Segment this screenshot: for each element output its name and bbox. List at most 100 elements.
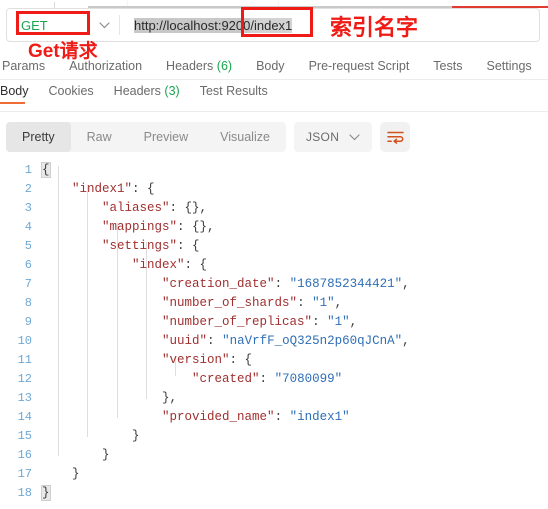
response-tab-test-results[interactable]: Test Results [200,84,268,104]
code-line: 11 "version": { [0,350,548,369]
line-number: 11 [17,352,32,367]
view-mode-visualize[interactable]: Visualize [204,122,286,152]
url-path-part: /index1 [250,17,293,33]
line-content: } [42,428,140,443]
view-mode-preview-label: Preview [143,130,189,144]
view-mode-group: Pretty Raw Preview Visualize [6,122,286,152]
line-number: 17 [17,466,32,481]
code-line: 6 "index": { [0,255,548,274]
response-tab-headers-count: (3) [164,84,180,98]
tab-pre-request-script[interactable]: Pre-request Script [309,59,410,73]
word-wrap-icon[interactable] [380,122,411,152]
response-body-code[interactable]: 1{2 "index1": {3 "aliases": {}, 4 "mappin… [0,160,548,509]
code-line: 18} [0,483,548,502]
format-select-label: JSON [305,130,340,144]
line-number: 13 [17,390,32,405]
url-bar-divider [119,15,120,35]
tab-headers-label: Headers [166,58,214,73]
view-mode-pretty[interactable]: Pretty [6,122,71,152]
line-number: 8 [24,295,32,310]
line-content: } [42,447,110,462]
code-line: 15 } [0,426,548,445]
code-line: 7 "creation_date": "1687852344421", [0,274,548,293]
tab-authorization[interactable]: Authorization [69,59,142,73]
response-tab-cookies[interactable]: Cookies [49,84,94,104]
code-line: 4 "mappings": {}, [0,217,548,236]
line-content: "created": "7080099" [192,371,343,386]
annotation-label-index-name: 索引名字 [330,15,419,40]
line-number: 2 [24,181,32,196]
line-content: "version": { [162,352,253,367]
response-tab-headers[interactable]: Headers (3) [114,84,180,104]
view-mode-raw-label: Raw [86,130,112,144]
postman-window: GET http://localhost:9200/index1 Get请求 索… [0,0,548,509]
line-number: 16 [17,447,32,462]
tab-body[interactable]: Body [256,59,285,73]
line-content: { [41,161,51,178]
line-number: 4 [24,219,32,234]
chevron-down-icon [349,128,360,146]
line-number: 3 [24,200,32,215]
code-line: 9 "number_of_replicas": "1", [0,312,548,331]
code-line: 17 } [0,464,548,483]
view-mode-raw[interactable]: Raw [71,122,128,152]
code-line: 3 "aliases": {}, [0,198,548,217]
line-content: "number_of_shards": "1", [162,295,343,310]
tab-settings-label: Settings [486,58,532,73]
response-tabs: Body Cookies Headers (3) Test Results [0,84,548,112]
line-content: "index": { [132,257,208,272]
response-viewer-toolbar: Pretty Raw Preview Visualize JSON [6,118,542,156]
response-tab-test-results-label: Test Results [199,84,268,98]
tab-headers-count: (6) [216,58,233,73]
line-content: "index1": { [72,181,155,196]
tab-pre-request-script-label: Pre-request Script [308,58,410,73]
code-line: 16 } [0,445,548,464]
line-content: "number_of_replicas": "1", [162,314,358,329]
line-content: "uuid": "naVrfF_oQ325n2p60qJCnA", [162,333,410,348]
tab-tests-label: Tests [433,58,463,73]
code-line: 14 "provided_name": "index1" [0,407,548,426]
code-line: 10 "uuid": "naVrfF_oQ325n2p60qJCnA", [0,331,548,350]
view-mode-preview[interactable]: Preview [128,122,204,152]
browser-tab-strip [0,0,548,8]
tab-params[interactable]: Params [2,59,45,73]
format-select[interactable]: JSON [293,122,373,152]
line-number: 18 [17,485,32,500]
line-content: "creation_date": "1687852344421", [162,276,410,291]
line-content: }, [42,390,178,405]
response-tab-body-label: Body [0,84,29,98]
code-line: 13 }, [0,388,548,407]
line-content: "aliases": {}, [102,200,208,215]
line-number: 5 [24,238,32,253]
line-content: } [42,466,80,481]
line-content: } [41,484,51,501]
request-tabs: Params Authorization Headers (6) Body Pr… [0,52,548,80]
response-tab-headers-label: Headers [113,84,161,98]
code-line: 1{ [0,160,548,179]
view-mode-pretty-label: Pretty [22,130,55,144]
code-line: 2 "index1": { [0,179,548,198]
code-line: 8 "number_of_shards": "1", [0,293,548,312]
url-host-part: http://localhost:9200 [134,17,251,33]
response-tab-body[interactable]: Body [0,84,29,104]
line-number: 9 [24,314,32,329]
line-number: 1 [24,162,32,177]
tab-tests[interactable]: Tests [433,59,462,73]
tab-authorization-label: Authorization [69,58,143,73]
line-number: 15 [17,428,32,443]
response-tab-cookies-label: Cookies [48,84,94,98]
line-content: "mappings": {}, [102,219,215,234]
http-method-label: GET [21,17,48,33]
tab-headers[interactable]: Headers (6) [166,59,232,73]
line-content: "settings": { [102,238,200,253]
tab-body-label: Body [256,58,285,73]
tab-params-label: Params [2,58,46,73]
line-number: 12 [17,371,32,386]
tab-settings[interactable]: Settings [486,59,531,73]
line-number: 10 [17,333,32,348]
code-line: 12 "created": "7080099" [0,369,548,388]
code-line: 5 "settings": { [0,236,548,255]
view-mode-visualize-label: Visualize [220,130,270,144]
line-content: "provided_name": "index1" [162,409,350,424]
code-line-list: 1{2 "index1": {3 "aliases": {}, 4 "mappin… [0,160,548,502]
